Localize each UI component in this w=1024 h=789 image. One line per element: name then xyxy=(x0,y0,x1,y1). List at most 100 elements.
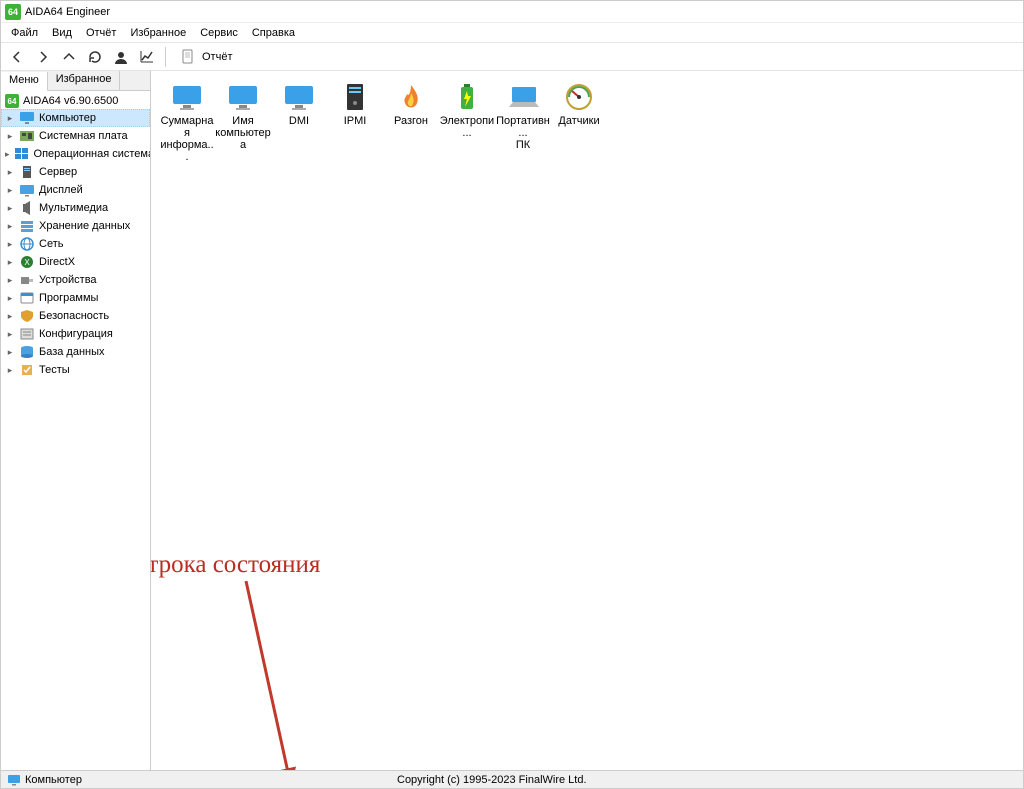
sidebar-item-label: Мультимедиа xyxy=(39,202,108,214)
sidebar-tree[interactable]: 64 AIDA64 v6.90.6500 ▸ Компьютер ▸Системна… xyxy=(1,91,150,770)
db-icon xyxy=(19,344,35,360)
icon-grid: Суммарнаяинформа...ИмякомпьютераDMIIPMIР… xyxy=(159,79,1015,167)
svg-text:X: X xyxy=(24,258,30,267)
expand-arrow-icon[interactable]: ▸ xyxy=(5,347,15,358)
up-button[interactable] xyxy=(57,45,81,69)
sidebar-tabs: Меню Избранное xyxy=(1,71,150,91)
report-button[interactable]: Отчёт xyxy=(172,47,240,67)
sidebar-item-13[interactable]: ▸ База данных xyxy=(1,343,150,361)
sidebar-item-label: База данных xyxy=(39,346,105,358)
annotation-label: Строка состояния xyxy=(151,551,320,579)
refresh-button[interactable] xyxy=(83,45,107,69)
tree-root[interactable]: 64 AIDA64 v6.90.6500 xyxy=(1,93,150,109)
sidebar-item-label: Тесты xyxy=(39,364,70,376)
toolbar: Отчёт xyxy=(1,43,1023,71)
status-section: Компьютер xyxy=(1,771,88,788)
chevron-right-icon xyxy=(35,49,51,65)
expand-arrow-icon[interactable]: ▸ xyxy=(5,311,15,322)
directx-icon: X xyxy=(19,254,35,270)
app-window: 64 AIDA64 Engineer Файл Вид Отчёт Избран… xyxy=(0,0,1024,789)
refresh-icon xyxy=(87,49,103,65)
gauge-icon xyxy=(563,83,595,111)
content-item-6[interactable]: Портативн...ПК xyxy=(495,79,551,167)
content-item-label: IPMI xyxy=(327,115,383,127)
content-item-label: Датчики xyxy=(551,115,607,127)
sidebar-item-11[interactable]: ▸Безопасность xyxy=(1,307,150,325)
sidebar-item-14[interactable]: ▸ Тесты xyxy=(1,361,150,379)
expand-arrow-icon[interactable]: ▸ xyxy=(5,113,15,124)
profile-icon xyxy=(113,49,129,65)
sidebar-item-0[interactable]: ▸ Компьютер xyxy=(1,109,150,127)
report-button-label: Отчёт xyxy=(202,51,232,63)
sidebar-item-label: Операционная система xyxy=(34,148,150,160)
forward-button[interactable] xyxy=(31,45,55,69)
expand-arrow-icon[interactable]: ▸ xyxy=(5,167,15,178)
profile-button[interactable] xyxy=(109,45,133,69)
flame-icon xyxy=(395,83,427,111)
expand-arrow-icon[interactable]: ▸ xyxy=(5,257,15,268)
sidebar-item-1[interactable]: ▸Системная плата xyxy=(1,127,150,145)
tests-icon xyxy=(19,362,35,378)
content-item-2[interactable]: DMI xyxy=(271,79,327,167)
sidebar-tab-fav[interactable]: Избранное xyxy=(48,71,121,90)
app-title: AIDA64 Engineer xyxy=(25,6,110,18)
expand-arrow-icon[interactable]: ▸ xyxy=(5,185,15,196)
expand-arrow-icon[interactable]: ▸ xyxy=(5,221,15,232)
sidebar-item-8[interactable]: ▸ X DirectX xyxy=(1,253,150,271)
content-area: Суммарнаяинформа...ИмякомпьютераDMIIPMIР… xyxy=(151,71,1023,770)
sidebar: Меню Избранное 64 AIDA64 v6.90.6500 ▸ Ком… xyxy=(1,71,151,770)
tree-root-label: AIDA64 v6.90.6500 xyxy=(23,95,118,107)
expand-arrow-icon[interactable]: ▸ xyxy=(5,239,15,250)
sidebar-tab-menu[interactable]: Меню xyxy=(1,72,48,91)
menu-view[interactable]: Вид xyxy=(46,25,78,41)
content-item-label: Разгон xyxy=(383,115,439,127)
sidebar-item-3[interactable]: ▸Сервер xyxy=(1,163,150,181)
sidebar-item-2[interactable]: ▸ Операционная система xyxy=(1,145,150,163)
expand-arrow-icon[interactable]: ▸ xyxy=(5,275,15,286)
expand-arrow-icon[interactable]: ▸ xyxy=(5,293,15,304)
network-icon xyxy=(19,236,35,252)
app-icon: 64 xyxy=(5,4,21,20)
sidebar-item-10[interactable]: ▸Программы xyxy=(1,289,150,307)
shield-icon xyxy=(19,308,35,324)
sidebar-item-label: DirectX xyxy=(39,256,75,268)
content-item-label: Электропи... xyxy=(439,115,495,139)
graph-button[interactable] xyxy=(135,45,159,69)
sidebar-item-9[interactable]: ▸Устройства xyxy=(1,271,150,289)
expand-arrow-icon[interactable]: ▸ xyxy=(5,131,15,142)
monitor-blue-icon xyxy=(227,83,259,111)
expand-arrow-icon[interactable]: ▸ xyxy=(5,329,15,340)
content-item-4[interactable]: Разгон xyxy=(383,79,439,167)
battery-icon xyxy=(451,83,483,111)
menu-fav[interactable]: Избранное xyxy=(124,25,192,41)
menu-help[interactable]: Справка xyxy=(246,25,301,41)
menu-service[interactable]: Сервис xyxy=(194,25,244,41)
speaker-icon xyxy=(19,200,35,216)
sidebar-item-5[interactable]: ▸ Мультимедиа xyxy=(1,199,150,217)
expand-arrow-icon[interactable]: ▸ xyxy=(5,365,15,376)
title-bar: 64 AIDA64 Engineer xyxy=(1,1,1023,23)
expand-arrow-icon[interactable]: ▸ xyxy=(5,203,15,214)
sidebar-item-7[interactable]: ▸Сеть xyxy=(1,235,150,253)
content-item-1[interactable]: Имякомпьютера xyxy=(215,79,271,167)
server-tower-icon xyxy=(339,83,371,111)
content-item-label: Портативн...ПК xyxy=(495,115,551,151)
expand-arrow-icon[interactable]: ▸ xyxy=(5,149,10,160)
content-item-3[interactable]: IPMI xyxy=(327,79,383,167)
content-item-5[interactable]: Электропи... xyxy=(439,79,495,167)
sidebar-item-12[interactable]: ▸ Конфигурация xyxy=(1,325,150,343)
monitor-blue-icon xyxy=(171,83,203,111)
toolbar-separator xyxy=(165,47,166,67)
sidebar-item-label: Компьютер xyxy=(39,112,96,124)
sidebar-item-6[interactable]: ▸Хранение данных xyxy=(1,217,150,235)
windows-icon xyxy=(14,146,30,162)
status-section-label: Компьютер xyxy=(25,774,82,786)
back-button[interactable] xyxy=(5,45,29,69)
content-item-0[interactable]: Суммарнаяинформа... xyxy=(159,79,215,167)
menu-report[interactable]: Отчёт xyxy=(80,25,122,41)
sidebar-item-label: Конфигурация xyxy=(39,328,113,340)
content-item-7[interactable]: Датчики xyxy=(551,79,607,167)
menu-file[interactable]: Файл xyxy=(5,25,44,41)
device-icon xyxy=(19,272,35,288)
sidebar-item-4[interactable]: ▸Дисплей xyxy=(1,181,150,199)
